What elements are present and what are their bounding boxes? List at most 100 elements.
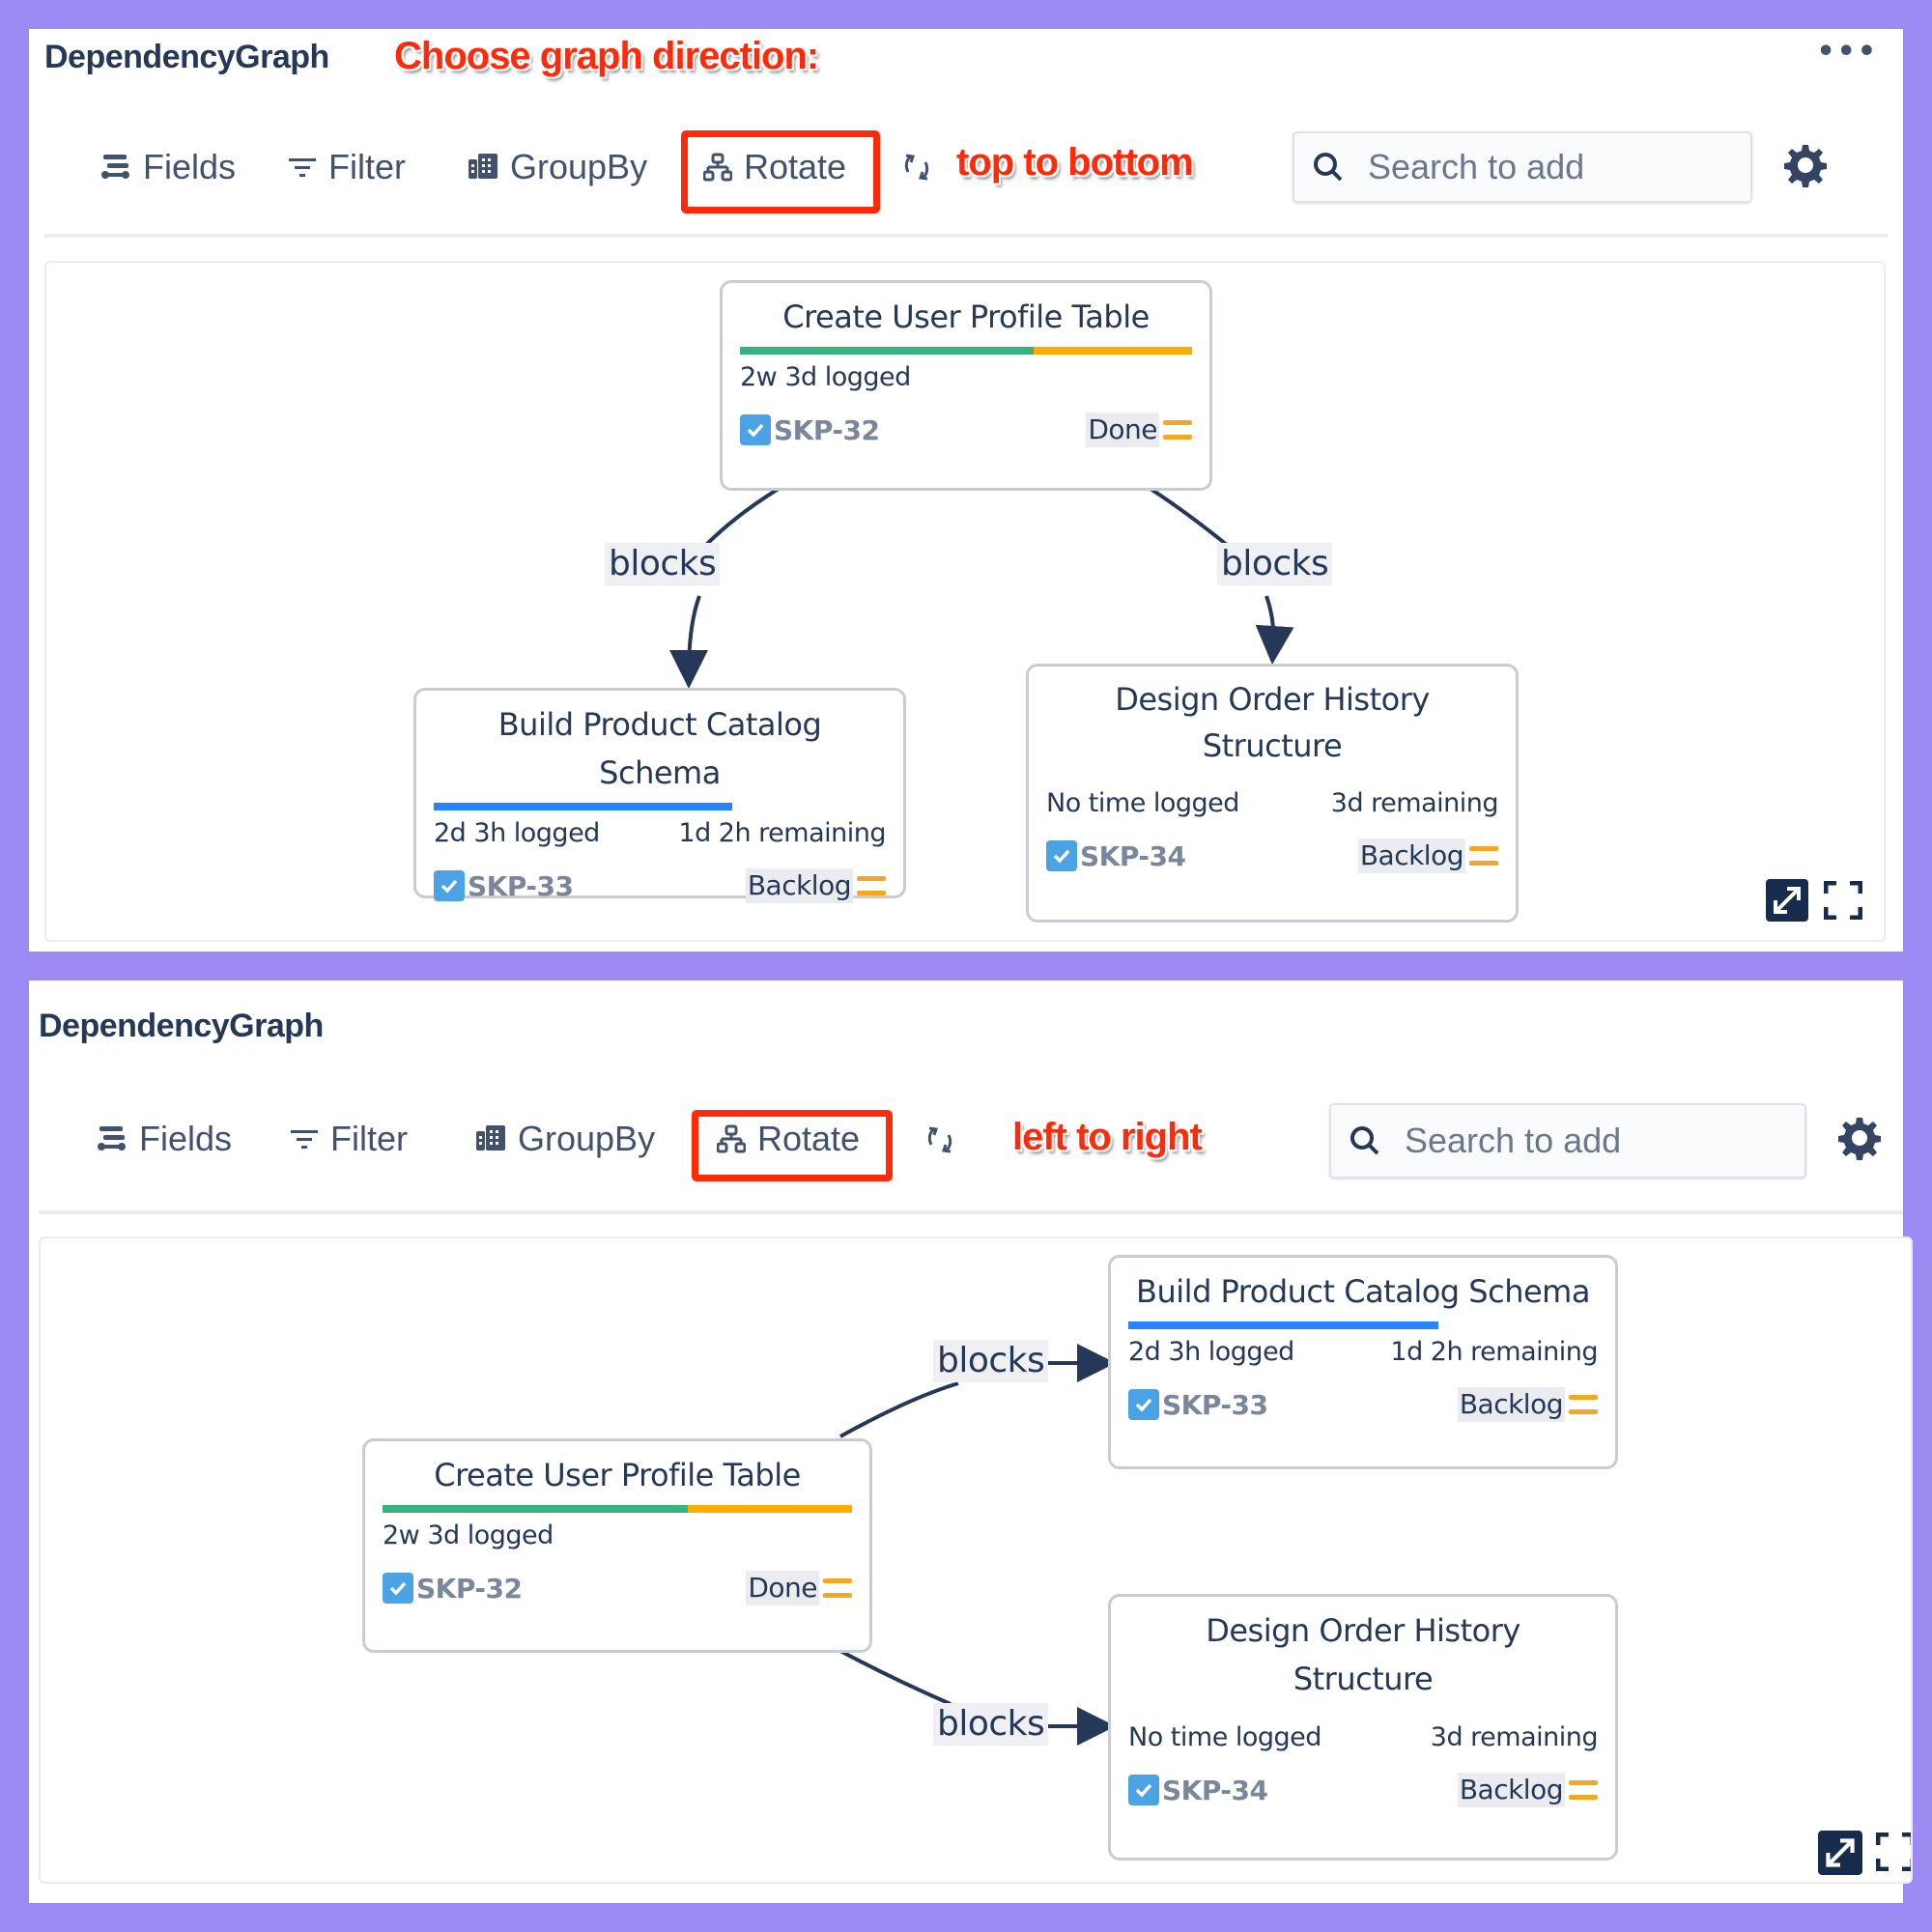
edges-layer xyxy=(839,1344,1116,1746)
groupby-label: GroupBy xyxy=(518,1119,656,1158)
search-box[interactable] xyxy=(1329,1103,1806,1179)
priority-medium-icon xyxy=(823,1578,852,1598)
filter-button[interactable]: Filter xyxy=(290,1119,408,1159)
progress-logged xyxy=(434,803,732,810)
issue-card-skp-33[interactable]: Build Product Catalog Schema 2d 3h logge… xyxy=(413,688,906,903)
app-title: DependencyGraph xyxy=(39,1008,324,1044)
issue-card-skp-34[interactable]: Design Order History Structure No time lo… xyxy=(1026,664,1519,923)
fields-button[interactable]: Fields xyxy=(100,147,236,187)
fields-button[interactable]: Fields xyxy=(97,1119,232,1159)
issue-title: Create User Profile Table xyxy=(782,298,1150,335)
edge-skp32-skp34-a xyxy=(839,1649,952,1706)
issue-key[interactable]: SKP-34 xyxy=(1128,1775,1268,1806)
hierarchy-icon xyxy=(703,153,732,182)
annotation-direction-bottom: left to right xyxy=(1012,1116,1203,1158)
edge-skp32-skp34-b xyxy=(1255,595,1294,665)
settings-button[interactable] xyxy=(1837,1116,1882,1164)
filter-icon xyxy=(289,158,316,177)
graph-canvas-bottom[interactable]: blocks blocks Create User Profile Table … xyxy=(39,1236,1913,1884)
progress-bar xyxy=(1128,1321,1598,1329)
progress-remaining xyxy=(1034,347,1192,355)
issue-status: Backlog xyxy=(745,868,886,903)
issue-key[interactable]: SKP-33 xyxy=(434,870,574,902)
rotate-button[interactable]: Rotate xyxy=(703,147,846,187)
issue-key[interactable]: SKP-32 xyxy=(383,1573,523,1605)
fields-label: Fields xyxy=(139,1119,233,1158)
fullscreen-icon xyxy=(1875,1832,1911,1872)
issue-status: Done xyxy=(1086,412,1192,447)
annotation-heading: Choose graph direction: xyxy=(394,35,819,77)
hierarchy-icon xyxy=(717,1124,746,1153)
groupby-icon xyxy=(469,154,497,179)
fullscreen-button[interactable] xyxy=(1875,1832,1911,1875)
edge-label-blocks: blocks xyxy=(1217,543,1333,585)
status-label: Backlog xyxy=(1357,838,1465,873)
task-checkbox-icon xyxy=(740,414,771,445)
issue-status: Backlog xyxy=(1357,838,1498,873)
issue-card-skp-34[interactable]: Design Order History Structure No time lo… xyxy=(1108,1594,1618,1861)
time-remaining: 3d remaining xyxy=(1430,1722,1599,1752)
issue-card-skp-32[interactable]: Create User Profile Table 2w 3d logged S… xyxy=(362,1438,872,1653)
time-logged: 2w 3d logged xyxy=(740,362,911,392)
time-remaining: 1d 2h remaining xyxy=(678,818,886,848)
search-input[interactable] xyxy=(1403,1120,1774,1162)
annotation-direction-top: top to bottom xyxy=(956,141,1194,184)
progress-bar xyxy=(383,1505,852,1513)
time-logged: No time logged xyxy=(1128,1722,1321,1752)
priority-medium-icon xyxy=(1569,1395,1598,1414)
time-logged: No time logged xyxy=(1046,788,1239,818)
issue-card-skp-32[interactable]: Create User Profile Table 2w 3d logged S… xyxy=(720,280,1212,491)
task-checkbox-icon xyxy=(434,870,465,901)
progress-bar xyxy=(740,347,1192,355)
filter-button[interactable]: Filter xyxy=(288,147,406,187)
settings-button[interactable] xyxy=(1783,143,1828,191)
progress-remaining xyxy=(687,1505,852,1513)
fit-to-screen-button[interactable] xyxy=(1818,1831,1862,1879)
graph-canvas-top[interactable]: blocks blocks Create User Profile Table … xyxy=(44,261,1886,942)
refresh-button[interactable] xyxy=(925,1123,954,1160)
task-checkbox-icon xyxy=(1128,1775,1159,1805)
time-logged: 2d 3h logged xyxy=(1128,1337,1294,1367)
issue-status: Backlog xyxy=(1457,1773,1598,1807)
issue-key[interactable]: SKP-32 xyxy=(740,414,880,446)
search-icon xyxy=(1314,153,1343,182)
refresh-button[interactable] xyxy=(902,151,931,187)
status-label: Backlog xyxy=(745,868,853,903)
groupby-label: GroupBy xyxy=(510,147,648,186)
fit-to-screen-button[interactable] xyxy=(1766,879,1808,925)
filter-icon xyxy=(291,1130,318,1149)
issue-key[interactable]: SKP-34 xyxy=(1046,840,1186,872)
top-panel: DependencyGraph Choose graph direction: … xyxy=(29,29,1903,952)
groupby-button[interactable]: GroupBy xyxy=(475,1119,655,1159)
fullscreen-button[interactable] xyxy=(1823,880,1863,923)
search-box[interactable] xyxy=(1293,131,1752,203)
issue-status: Backlog xyxy=(1457,1387,1598,1422)
more-options-button[interactable]: ••• xyxy=(1816,35,1878,69)
refresh-icon xyxy=(904,154,929,181)
task-checkbox-icon xyxy=(1046,840,1077,871)
task-checkbox-icon xyxy=(383,1573,413,1604)
rotate-label: Rotate xyxy=(757,1119,861,1158)
issue-card-skp-33[interactable]: Build Product Catalog Schema 2d 3h logge… xyxy=(1108,1255,1618,1469)
issue-key[interactable]: SKP-33 xyxy=(1128,1389,1268,1421)
status-label: Backlog xyxy=(1457,1387,1565,1422)
edge-label-blocks: blocks xyxy=(933,1340,1049,1382)
progress-logged xyxy=(383,1505,688,1513)
priority-medium-icon xyxy=(1163,420,1192,440)
progress-bar xyxy=(434,803,886,810)
fields-icon xyxy=(101,155,129,179)
groupby-button[interactable]: GroupBy xyxy=(468,147,647,187)
bottom-panel: DependencyGraph Fields Filter GroupBy Ro… xyxy=(29,980,1913,1903)
rotate-label: Rotate xyxy=(744,147,847,186)
issue-title: Build Product Catalog Schema xyxy=(497,706,822,791)
task-checkbox-icon xyxy=(1128,1389,1159,1420)
filter-label: Filter xyxy=(330,1119,408,1158)
fields-icon xyxy=(98,1126,126,1151)
search-input[interactable] xyxy=(1366,146,1737,188)
rotate-button[interactable]: Rotate xyxy=(717,1119,860,1159)
toolbar-divider xyxy=(39,1210,1903,1214)
priority-medium-icon xyxy=(857,876,886,895)
app-title: DependencyGraph xyxy=(44,39,329,75)
progress-logged xyxy=(740,347,1035,355)
status-label: Done xyxy=(746,1571,819,1605)
